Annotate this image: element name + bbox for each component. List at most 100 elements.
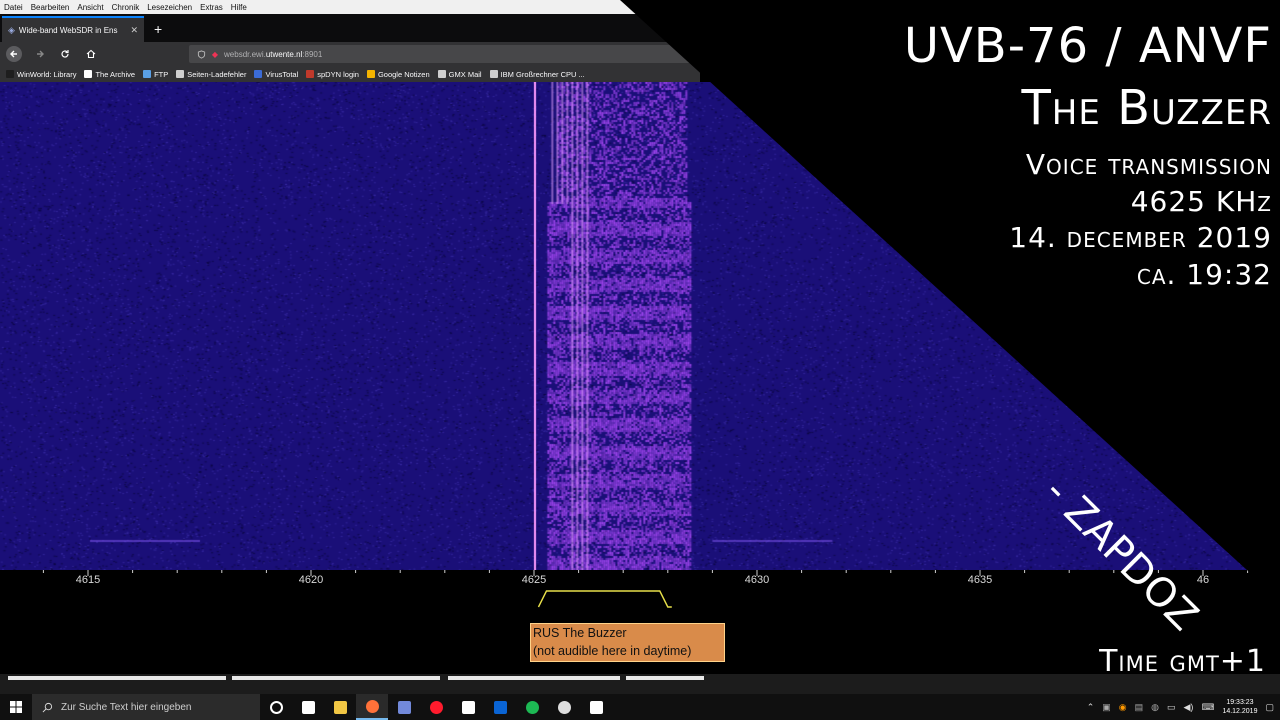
menu-item[interactable]: Datei [4, 3, 23, 12]
bookmark-item[interactable]: WinWorld: Library [6, 70, 76, 79]
bookmark-favicon-icon [143, 70, 152, 78]
bookmark-label: Google Notizen [377, 69, 430, 79]
firefox-icon [365, 699, 379, 713]
tray-app-icon[interactable]: ◍ [1151, 702, 1159, 713]
window-thumbnail[interactable] [232, 676, 440, 680]
bookmark-item[interactable]: FTP [143, 70, 168, 79]
bookmark-label: VirusTotal [265, 69, 299, 79]
bookmark-label: FTP [154, 69, 169, 79]
window-strip [0, 674, 1280, 694]
tab-favicon-icon: ◈ [8, 24, 15, 35]
taskbar-app-button[interactable] [260, 694, 292, 720]
volume-icon[interactable]: ◀) [1184, 702, 1194, 713]
taskbar-app-button[interactable] [452, 694, 484, 720]
address-bar[interactable]: ◆ websdr.ewi.utwente.nl:8901 [188, 45, 700, 63]
bookmark-item[interactable]: IBM Großrechner CPU ... [489, 69, 585, 79]
taskbar-search-box[interactable]: Zur Suche Text hier eingeben [32, 694, 260, 720]
site-info-icon[interactable]: ◆ [212, 50, 218, 59]
tab-title: Wide-band WebSDR in Ens [18, 25, 118, 35]
window-thumbnail[interactable] [8, 676, 226, 680]
taskbar-app-button[interactable] [324, 694, 356, 720]
bookmark-label: spDYN login [317, 69, 359, 79]
bookmark-favicon-icon [254, 70, 263, 78]
menu-item[interactable]: Hilfe [231, 3, 247, 12]
taskbar-app-button[interactable] [420, 694, 452, 720]
station-label-note: (not audible here in daytime) [533, 644, 692, 658]
discord-icon [397, 700, 411, 714]
shield-icon [197, 49, 205, 59]
overlay-frequency: 4625 KHz [1130, 185, 1272, 218]
task-view-icon [301, 700, 315, 714]
overlay-subtitle: The Buzzer [1021, 80, 1272, 136]
station-label[interactable]: RUS The Buzzer (not audible here in dayt… [530, 623, 725, 662]
bookmark-item[interactable]: GMX Mail [437, 69, 482, 79]
bookmark-label: IBM Großrechner CPU ... [500, 69, 585, 79]
tab-websdr[interactable]: ◈ Wide-band WebSDR in Ens ✕ [2, 16, 144, 42]
taskbar-app-button[interactable] [548, 694, 580, 720]
overlay-time: ca. 19:32 [1136, 258, 1272, 291]
bookmark-label: WinWorld: Library [17, 69, 77, 79]
settings-icon [589, 700, 603, 714]
menu-item[interactable]: Bearbeiten [31, 3, 70, 12]
url-text: websdr.ewi.utwente.nl:8901 [224, 49, 323, 59]
bookmark-label: GMX Mail [448, 69, 482, 79]
menu-item[interactable]: Lesezeichen [147, 3, 192, 12]
bookmark-item[interactable]: Seiten-Ladefehler [176, 70, 246, 79]
taskbar-app-button[interactable] [356, 694, 388, 720]
window-thumbnail[interactable] [626, 676, 704, 680]
tab-close-icon[interactable]: ✕ [130, 25, 138, 36]
tray-app-icon[interactable]: ▣ [1102, 702, 1111, 713]
obs-icon [557, 700, 571, 714]
menu-item[interactable]: Extras [200, 3, 223, 12]
store-icon [461, 700, 475, 714]
bookmark-favicon-icon [84, 70, 93, 78]
overlay-voice: Voice transmission [1025, 148, 1272, 181]
reload-icon [61, 50, 69, 58]
search-icon [42, 702, 53, 712]
tray-app-icon[interactable]: ◉ [1119, 702, 1127, 713]
back-arrow-icon [9, 50, 17, 58]
taskbar-apps [260, 694, 612, 720]
language-icon[interactable]: ⌨ [1201, 702, 1214, 713]
explorer-icon [333, 700, 347, 714]
browser-tab-bar: ◈ Wide-band WebSDR in Ens ✕ + [0, 14, 700, 42]
notifications-icon[interactable]: ▢ [1265, 702, 1274, 713]
start-button[interactable] [0, 694, 32, 720]
bookmark-label: The Archive [95, 69, 136, 79]
window-thumbnail[interactable] [448, 676, 620, 680]
tray-app-icon[interactable]: ▤ [1135, 702, 1144, 713]
bookmark-favicon-icon [306, 70, 315, 78]
bookmark-item[interactable]: The Archive [84, 70, 135, 79]
menu-item[interactable]: Ansicht [77, 3, 103, 12]
taskbar-app-button[interactable] [516, 694, 548, 720]
opera-icon [429, 700, 443, 714]
taskbar-clock[interactable]: 19:33:23 14.12.2019 [1222, 698, 1257, 716]
forward-arrow-icon [36, 50, 44, 58]
network-icon[interactable]: ▭ [1167, 702, 1176, 713]
system-tray: ⌃ ▣ ◉ ▤ ◍ ▭ ◀) ⌨ 19:33:23 14.12.2019 ▢ [1087, 698, 1280, 716]
tray-chevron-icon[interactable]: ⌃ [1087, 702, 1095, 713]
taskbar-app-button[interactable] [388, 694, 420, 720]
reload-button[interactable] [57, 46, 73, 62]
spotify-icon [525, 700, 539, 714]
taskbar: Zur Suche Text hier eingeben ⌃ ▣ ◉ ▤ ◍ ▭… [0, 694, 1280, 720]
clock-date: 14.12.2019 [1222, 708, 1258, 715]
taskbar-app-button[interactable] [580, 694, 612, 720]
bookmark-item[interactable]: spDYN login [306, 70, 359, 79]
outlook-icon [493, 700, 507, 714]
new-tab-button[interactable]: + [154, 21, 162, 37]
back-button[interactable] [6, 46, 22, 62]
bookmark-item[interactable]: Google Notizen [366, 69, 430, 79]
taskbar-app-button[interactable] [484, 694, 516, 720]
taskbar-app-button[interactable] [292, 694, 324, 720]
passband-indicator[interactable] [0, 585, 1280, 610]
bookmark-item[interactable]: VirusTotal [254, 70, 298, 79]
bookmark-label: Seiten-Ladefehler [187, 69, 247, 79]
home-button[interactable] [83, 46, 99, 62]
overlay-title: UVB-76 / ANVF [903, 18, 1272, 74]
home-icon [86, 49, 96, 59]
menu-item[interactable]: Chronik [112, 3, 140, 12]
bookmark-favicon-icon [437, 70, 446, 78]
forward-button[interactable] [32, 46, 48, 62]
cortana-icon [269, 700, 283, 714]
